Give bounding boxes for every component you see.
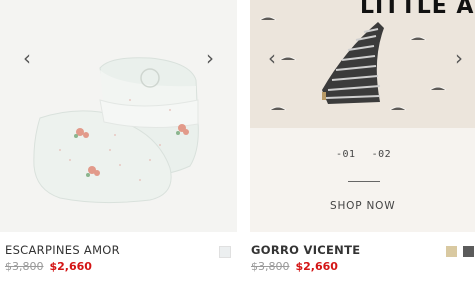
product-title[interactable]: ESCARPINES AMOR xyxy=(5,243,120,257)
product-card-escarpines[interactable]: ‹ › ESCARPINES AMOR $3,800 $2,660 xyxy=(0,0,237,282)
old-price: $3,800 xyxy=(5,260,44,273)
product-title[interactable]: GORRO VICENTE xyxy=(251,243,360,257)
color-swatch[interactable] xyxy=(446,246,457,257)
slide-overlay xyxy=(250,128,475,232)
color-swatch[interactable] xyxy=(219,246,231,258)
slide-indicator-2[interactable]: -02 xyxy=(372,149,392,160)
sale-price: $2,660 xyxy=(295,260,338,273)
carousel-prev-icon[interactable]: ‹ xyxy=(16,46,38,70)
divider xyxy=(348,181,380,182)
carousel-prev-icon[interactable]: ‹ xyxy=(261,46,283,70)
baby-booties-illustration xyxy=(0,0,237,232)
sale-price: $2,660 xyxy=(49,260,92,273)
shop-now-link[interactable]: SHOP NOW xyxy=(330,200,395,212)
carousel-next-icon[interactable]: › xyxy=(448,46,470,70)
product-prices: $3,800 $2,660 xyxy=(251,260,338,273)
old-price: $3,800 xyxy=(251,260,290,273)
product-prices: $3,800 $2,660 xyxy=(5,260,92,273)
color-swatch[interactable] xyxy=(463,246,474,257)
product-image[interactable]: ‹ › xyxy=(0,0,237,232)
product-image[interactable]: LITTLE A ‹ › -01 -02 SHOP NOW xyxy=(250,0,475,232)
slide-indicators: -01 -02 xyxy=(336,149,407,160)
banner-heading: LITTLE A xyxy=(360,0,475,19)
slide-indicator-1[interactable]: -01 xyxy=(336,149,356,160)
carousel-next-icon[interactable]: › xyxy=(199,46,221,70)
product-card-gorro[interactable]: LITTLE A ‹ › -01 -02 SHOP NOW GORRO VICEN… xyxy=(250,0,475,282)
